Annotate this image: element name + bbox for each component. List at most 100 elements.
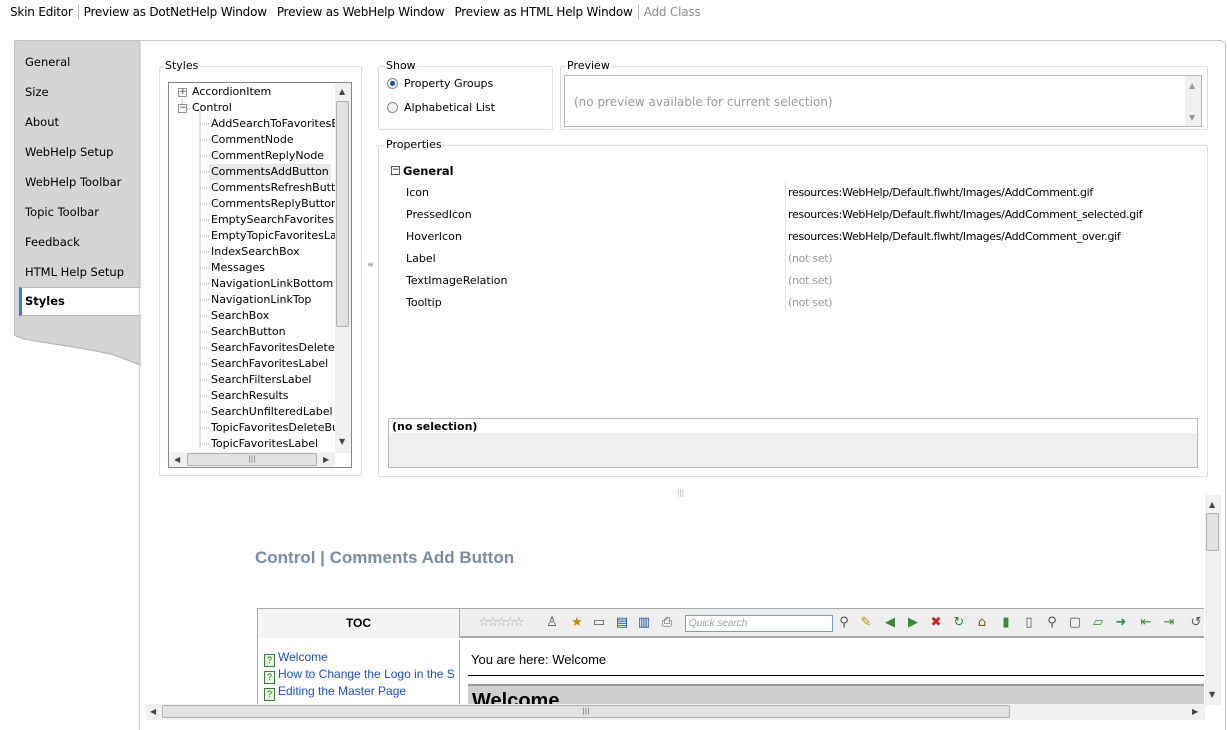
scroll-up-arrow[interactable]: ▲ (1209, 501, 1215, 509)
skin-editor-button[interactable]: Skin Editor (5, 5, 78, 19)
property-value[interactable]: (not set) (788, 273, 833, 289)
previous-topic-icon[interactable]: ⇤ (1138, 615, 1154, 631)
back-icon[interactable]: ◀ (882, 615, 898, 631)
property-groups-radio[interactable] (387, 78, 398, 89)
tree-horizontal-scrollbar[interactable]: ◀ ||| ▶ (169, 452, 335, 467)
tree-node-commentnode[interactable]: CommentNode (211, 132, 294, 148)
scroll-up-arrow[interactable]: ▲ (339, 88, 345, 96)
refresh-icon[interactable]: ↻ (951, 615, 967, 631)
rating-stars-icon[interactable]: ☆☆☆☆☆ (460, 615, 540, 631)
toc-item[interactable]: ? Welcome (264, 649, 328, 667)
scroll-left-arrow[interactable]: ◀ (150, 708, 156, 716)
toc-item[interactable]: ? How to Change the Logo in the S (264, 666, 455, 684)
forward-icon[interactable]: ▶ (905, 615, 921, 631)
collapse-toc-icon[interactable]: ▥ (636, 615, 652, 631)
tree-node-emptysearchfavoriteslab[interactable]: EmptySearchFavoritesLab (211, 212, 351, 228)
tree-node-indexsearchbox[interactable]: IndexSearchBox (211, 244, 300, 260)
alphabetical-list-label[interactable]: Alphabetical List (404, 101, 495, 114)
property-grid-divider[interactable] (785, 182, 786, 312)
preview-dotnet-button[interactable]: Preview as DotNetHelp Window (79, 5, 272, 19)
scroll-thumb[interactable] (336, 101, 349, 327)
user-profile-icon[interactable]: ♙ (544, 615, 560, 631)
collapse-toggle-control[interactable]: − (178, 104, 187, 113)
property-value[interactable]: resources:WebHelp/Default.flwht/Images/A… (788, 207, 1143, 223)
tree-node-searchfilterslabel[interactable]: SearchFiltersLabel (211, 372, 311, 388)
tree-node-commentreplynode[interactable]: CommentReplyNode (211, 148, 324, 164)
topic-window-icon[interactable]: ▭ (591, 615, 607, 631)
tree-node-topicfavoritesdeletebutt[interactable]: TopicFavoritesDeleteButt (211, 420, 348, 436)
property-value[interactable]: resources:WebHelp/Default.flwht/Images/A… (788, 185, 1093, 201)
property-name[interactable]: PressedIcon (406, 207, 472, 223)
sidebar-item-general[interactable]: General (25, 51, 70, 73)
print-icon[interactable]: ⎙ (659, 615, 675, 631)
tree-node-searchresults[interactable]: SearchResults (211, 388, 289, 404)
add-favorite-icon[interactable]: ★ (569, 615, 585, 631)
sidebar-item-styles[interactable]: Styles (19, 287, 141, 316)
arrow-right-icon[interactable]: ➜ (1113, 615, 1129, 631)
book-icon[interactable]: ▮ (998, 615, 1014, 631)
toc-item[interactable]: ? Editing the Master Page (264, 683, 406, 701)
tree-node-commentsaddbutton[interactable]: CommentsAddButton (209, 164, 331, 180)
tree-node-messages[interactable]: Messages (211, 260, 265, 276)
home-icon[interactable]: ⌂ (974, 615, 990, 631)
scroll-down-arrow[interactable]: ▼ (1209, 691, 1215, 699)
preview-htmlhelp-button[interactable]: Preview as HTML Help Window (449, 5, 637, 19)
tree-node-commentsrefreshbutton[interactable]: CommentsRefreshButton (211, 180, 349, 196)
property-name[interactable]: Label (406, 251, 436, 267)
tree-node-emptytopicfavoriteslabe[interactable]: EmptyTopicFavoritesLabe (211, 228, 350, 244)
tree-node-control[interactable]: Control (192, 100, 232, 116)
sync-icon[interactable]: ↺ (1188, 615, 1204, 631)
property-value[interactable]: (not set) (788, 251, 833, 267)
sidebar-item-feedback[interactable]: Feedback (25, 231, 80, 253)
scroll-right-arrow[interactable]: ▶ (323, 456, 329, 464)
tree-node-navigationlinktop[interactable]: NavigationLinkTop (211, 292, 311, 308)
property-value[interactable]: resources:WebHelp/Default.flwht/Images/A… (788, 229, 1121, 245)
property-name[interactable]: TextImageRelation (406, 273, 507, 289)
tree-node-searchfavoritesdeletebu[interactable]: SearchFavoritesDeleteBu (211, 340, 349, 356)
tree-node-navigationlinkbottom[interactable]: NavigationLinkBottom (211, 276, 333, 292)
toc-tab[interactable]: TOC (258, 609, 460, 638)
tree-node-searchbox[interactable]: SearchBox (211, 308, 269, 324)
sidebar-item-about[interactable]: About (25, 111, 59, 133)
toc-item-label[interactable]: How to Change the Logo in the S (278, 667, 455, 681)
quick-search-input[interactable]: Quick search (685, 615, 833, 632)
sidebar-item-size[interactable]: Size (25, 81, 49, 103)
preview-horizontal-scrollbar[interactable]: ◀ ||| ▶ (146, 704, 1205, 720)
tree-node-searchfavoriteslabel[interactable]: SearchFavoritesLabel (211, 356, 328, 372)
tree-node-searchbutton[interactable]: SearchButton (211, 324, 286, 340)
tree-node-topicfavoriteslabel[interactable]: TopicFavoritesLabel (211, 436, 318, 452)
tree-node-commentsreplybutton[interactable]: CommentsReplyButton (211, 196, 338, 212)
next-topic-icon[interactable]: ⇥ (1161, 615, 1177, 631)
folder-icon[interactable]: ▱ (1090, 615, 1106, 631)
property-name[interactable]: HoverIcon (406, 229, 462, 245)
tree-node-searchunfilteredlabel[interactable]: SearchUnfilteredLabel (211, 404, 333, 420)
scroll-left-arrow[interactable]: ◀ (174, 456, 180, 464)
preview-textbox[interactable]: (no preview available for current select… (564, 75, 1202, 127)
preview-scrollbar[interactable]: ▲ ▼ (1185, 76, 1201, 126)
find-icon[interactable]: ⚲ (1044, 615, 1060, 631)
property-name[interactable]: Tooltip (406, 295, 442, 311)
scroll-thumb-h[interactable]: ||| (162, 705, 1010, 718)
toc-item-label[interactable]: Welcome (278, 650, 328, 664)
expand-toggle-accordionitem[interactable]: + (178, 88, 187, 97)
stop-icon[interactable]: ✖ (928, 615, 944, 631)
sidebar-item-htmlhelp-setup[interactable]: HTML Help Setup (25, 261, 124, 283)
tree-node-addsearchtofavoritesbu[interactable]: AddSearchToFavoritesBu (211, 116, 346, 132)
tree-vertical-scrollbar[interactable]: ▲ ▼ (335, 83, 351, 453)
property-group-general[interactable]: General (403, 164, 454, 178)
alphabetical-list-radio[interactable] (387, 102, 398, 113)
scroll-thumb-h[interactable]: ||| (187, 453, 317, 466)
preview-webhelp-button[interactable]: Preview as WebHelp Window (272, 5, 450, 19)
styles-tree[interactable]: + − AccordionItem Control AddSearchToFav… (168, 82, 352, 468)
scroll-right-arrow[interactable]: ▶ (1192, 708, 1198, 716)
scroll-down-arrow[interactable]: ▼ (339, 438, 345, 446)
expand-toc-icon[interactable]: ▤ (614, 615, 630, 631)
splitter-grip-vertical[interactable]: ≡ (367, 261, 374, 269)
toc-item-label[interactable]: Editing the Master Page (278, 684, 406, 698)
search-icon[interactable]: ⚲ (836, 615, 852, 631)
property-groups-label[interactable]: Property Groups (404, 77, 493, 90)
sidebar-item-webhelp-setup[interactable]: WebHelp Setup (25, 141, 113, 163)
property-name[interactable]: Icon (406, 185, 429, 201)
scroll-thumb[interactable] (1206, 513, 1219, 551)
remove-highlight-icon[interactable]: ✎ (858, 615, 874, 631)
